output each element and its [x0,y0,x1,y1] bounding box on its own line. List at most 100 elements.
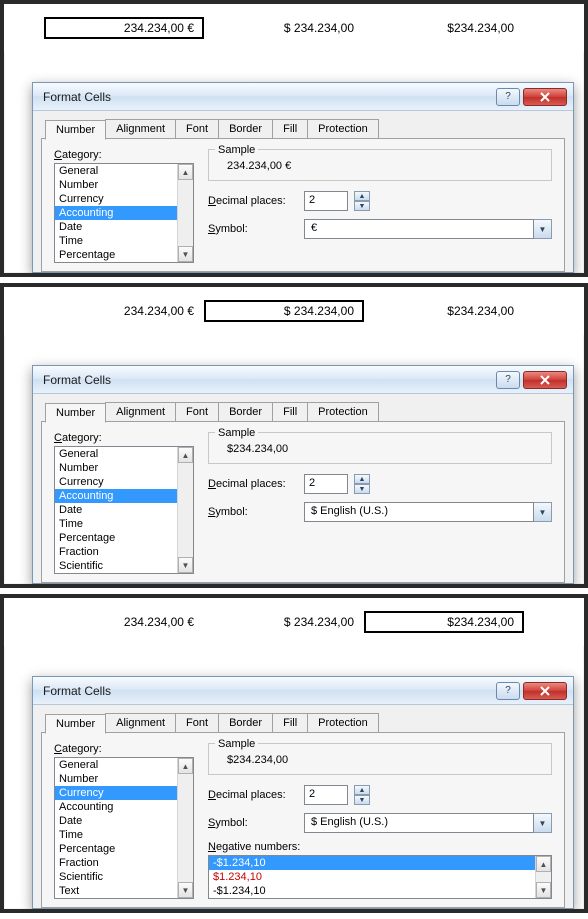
category-listbox[interactable]: GeneralNumberCurrencyAccountingDateTimeP… [54,446,194,574]
scroll-down-icon[interactable]: ▼ [178,246,193,262]
negative-number-option[interactable]: -$1.234,10 [209,884,535,898]
spreadsheet-cell[interactable]: $ 234.234,00 [204,300,364,322]
scroll-up-icon[interactable]: ▲ [178,164,193,180]
category-item[interactable]: Date [55,220,177,234]
category-item[interactable]: Fraction [55,262,177,263]
category-item[interactable]: Special [55,898,177,899]
category-item[interactable]: Time [55,828,177,842]
spin-down-icon[interactable]: ▼ [354,201,370,211]
category-item[interactable]: Text [55,573,177,574]
chevron-down-icon[interactable]: ▼ [534,502,552,522]
category-item[interactable]: Percentage [55,842,177,856]
negative-numbers-listbox[interactable]: -$1.234,10$1.234,10-$1.234,10▲▼ [208,855,552,899]
tab-number[interactable]: Number [45,714,106,734]
listbox-scrollbar[interactable]: ▲▼ [177,164,193,262]
category-item[interactable]: Text [55,884,177,898]
category-item[interactable]: Accounting [55,206,177,220]
spin-up-icon[interactable]: ▲ [354,191,370,201]
category-item[interactable]: General [55,164,177,178]
spreadsheet-cell[interactable]: $ 234.234,00 [204,17,364,39]
negative-scrollbar[interactable]: ▲▼ [535,856,551,898]
negative-number-option[interactable]: -$1.234,10 [209,856,535,870]
chevron-down-icon[interactable]: ▼ [534,219,552,239]
tab-font[interactable]: Font [175,713,219,732]
tab-fill[interactable]: Fill [272,713,308,732]
category-item[interactable]: Number [55,178,177,192]
decimal-places-input[interactable]: 2 [304,474,348,494]
spreadsheet-cell[interactable]: 234.234,00 € [44,17,204,39]
spreadsheet-cell[interactable]: $234.234,00 [364,17,524,39]
category-listbox[interactable]: GeneralNumberCurrencyAccountingDateTimeP… [54,163,194,263]
category-item[interactable]: General [55,447,177,461]
category-item[interactable]: Date [55,503,177,517]
decimal-spinner[interactable]: ▲▼ [354,191,370,211]
symbol-value[interactable]: € [304,219,534,239]
close-button[interactable] [523,88,567,106]
decimal-spinner[interactable]: ▲▼ [354,785,370,805]
category-item[interactable]: Accounting [55,489,177,503]
spreadsheet-cell[interactable]: 234.234,00 € [44,611,204,633]
category-item[interactable]: Currency [55,192,177,206]
spreadsheet-cell[interactable]: $234.234,00 [364,300,524,322]
help-button[interactable]: ? [496,371,520,389]
spin-down-icon[interactable]: ▼ [354,795,370,805]
negative-number-option[interactable]: $1.234,10 [209,870,535,884]
scroll-up-icon[interactable]: ▲ [178,447,193,463]
category-item[interactable]: Date [55,814,177,828]
tab-number[interactable]: Number [45,403,106,423]
symbol-value[interactable]: $ English (U.S.) [304,502,534,522]
listbox-scrollbar[interactable]: ▲▼ [177,447,193,573]
category-item[interactable]: Accounting [55,800,177,814]
spin-up-icon[interactable]: ▲ [354,474,370,484]
scroll-down-icon[interactable]: ▼ [536,882,551,898]
tab-protection[interactable]: Protection [307,119,379,138]
scroll-up-icon[interactable]: ▲ [178,758,193,774]
decimal-spinner[interactable]: ▲▼ [354,474,370,494]
spin-down-icon[interactable]: ▼ [354,484,370,494]
category-item[interactable]: Fraction [55,856,177,870]
tab-fill[interactable]: Fill [272,119,308,138]
category-item[interactable]: Scientific [55,559,177,573]
symbol-dropdown[interactable]: €▼ [304,219,552,239]
tab-protection[interactable]: Protection [307,402,379,421]
scroll-up-icon[interactable]: ▲ [536,856,551,872]
tab-alignment[interactable]: Alignment [105,713,176,732]
tab-font[interactable]: Font [175,119,219,138]
tab-number[interactable]: Number [45,120,106,140]
category-listbox[interactable]: GeneralNumberCurrencyAccountingDateTimeP… [54,757,194,899]
tab-border[interactable]: Border [218,713,273,732]
symbol-value[interactable]: $ English (U.S.) [304,813,534,833]
category-item[interactable]: Number [55,461,177,475]
category-item[interactable]: Percentage [55,531,177,545]
dialog-titlebar[interactable]: Format Cells? [33,366,573,394]
close-button[interactable] [523,682,567,700]
category-item[interactable]: Percentage [55,248,177,262]
close-button[interactable] [523,371,567,389]
decimal-places-input[interactable]: 2 [304,191,348,211]
spreadsheet-cell[interactable]: $ 234.234,00 [204,611,364,633]
help-button[interactable]: ? [496,88,520,106]
help-button[interactable]: ? [496,682,520,700]
symbol-dropdown[interactable]: $ English (U.S.)▼ [304,813,552,833]
tab-border[interactable]: Border [218,402,273,421]
listbox-scrollbar[interactable]: ▲▼ [177,758,193,898]
category-item[interactable]: Currency [55,786,177,800]
tab-alignment[interactable]: Alignment [105,119,176,138]
spreadsheet-cell[interactable]: 234.234,00 € [44,300,204,322]
category-item[interactable]: General [55,758,177,772]
category-item[interactable]: Time [55,517,177,531]
category-item[interactable]: Currency [55,475,177,489]
category-item[interactable]: Fraction [55,545,177,559]
chevron-down-icon[interactable]: ▼ [534,813,552,833]
category-item[interactable]: Scientific [55,870,177,884]
tab-protection[interactable]: Protection [307,713,379,732]
scroll-down-icon[interactable]: ▼ [178,557,193,573]
dialog-titlebar[interactable]: Format Cells? [33,677,573,705]
tab-font[interactable]: Font [175,402,219,421]
spreadsheet-cell[interactable]: $234.234,00 [364,611,524,633]
category-item[interactable]: Number [55,772,177,786]
tab-fill[interactable]: Fill [272,402,308,421]
scroll-down-icon[interactable]: ▼ [178,882,193,898]
category-item[interactable]: Time [55,234,177,248]
symbol-dropdown[interactable]: $ English (U.S.)▼ [304,502,552,522]
